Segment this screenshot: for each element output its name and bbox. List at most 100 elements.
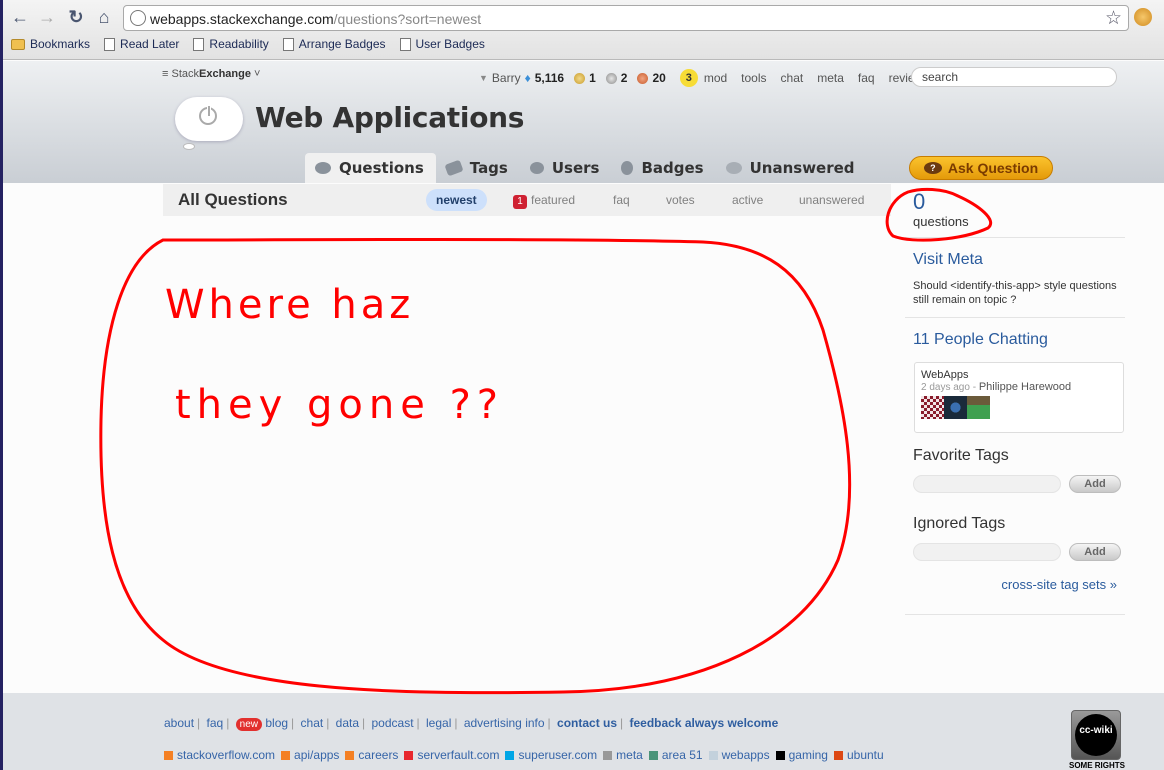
- network-sites: stackoverflow.com api/apps careers serverfa…: [164, 748, 884, 762]
- url-path: /questions?sort=newest: [333, 11, 482, 27]
- url-text[interactable]: webapps.stackexchange.com/questions?sort…: [150, 11, 481, 27]
- network-site-link[interactable]: serverfault.com: [404, 748, 499, 762]
- network-site-link[interactable]: webapps: [708, 748, 770, 762]
- sort-featured[interactable]: 1 featured: [513, 189, 575, 211]
- cross-site-tag-sets-link[interactable]: cross-site tag sets »: [905, 561, 1125, 614]
- sort-votes[interactable]: votes: [666, 189, 695, 211]
- footer-link-data[interactable]: data: [336, 716, 359, 730]
- mod-link[interactable]: mod: [704, 71, 727, 85]
- site-color-square-icon: [708, 750, 718, 760]
- sort-unanswered[interactable]: unanswered: [799, 189, 864, 211]
- ignored-tags-heading: Ignored Tags: [913, 515, 1006, 532]
- ignored-tag-input[interactable]: [913, 543, 1061, 561]
- footer-link-faq[interactable]: faq: [207, 716, 224, 730]
- footer-link-blog[interactable]: blog: [265, 716, 288, 730]
- avatar[interactable]: [944, 396, 967, 419]
- chat-room-card[interactable]: WebApps 2 days ago - Philippe Harewood: [914, 362, 1124, 433]
- main-nav: Questions Tags Users Badges Unanswered: [305, 153, 867, 183]
- cc-wiki-text: cc-wiki: [1075, 714, 1117, 756]
- cc-wiki-license-badge[interactable]: cc-wiki: [1071, 710, 1121, 760]
- favorite-tags-heading: Favorite Tags: [913, 447, 1009, 464]
- network-site-link[interactable]: stackoverflow.com: [164, 748, 275, 762]
- tab-tags[interactable]: Tags: [436, 153, 520, 183]
- forward-arrow-icon[interactable]: →: [36, 6, 58, 28]
- ask-question-button[interactable]: ? Ask Question: [909, 156, 1053, 180]
- chevron-down-icon: ˅: [250, 68, 261, 80]
- footer-link-about[interactable]: about: [164, 716, 194, 730]
- visit-meta-link[interactable]: Visit Meta: [905, 238, 1125, 269]
- network-site-link[interactable]: careers: [345, 748, 398, 762]
- favorite-tag-input[interactable]: [913, 475, 1061, 493]
- questions-subheader: All Questions newest 1 featured faq votes…: [163, 184, 891, 216]
- site-color-square-icon: [164, 750, 173, 760]
- tab-users[interactable]: Users: [520, 153, 612, 183]
- back-arrow-icon[interactable]: ←: [9, 6, 31, 28]
- chat-user[interactable]: Philippe Harewood: [979, 381, 1071, 393]
- question-bubble-icon: ?: [923, 162, 942, 174]
- network-site-link[interactable]: meta: [603, 748, 643, 762]
- footer-link-podcast[interactable]: podcast: [372, 716, 414, 730]
- network-site-link[interactable]: api/apps: [281, 748, 339, 762]
- avatar[interactable]: [967, 396, 990, 419]
- faq-link[interactable]: faq: [858, 71, 875, 85]
- add-favorite-tag-button[interactable]: Add: [1069, 475, 1121, 493]
- users-icon: [529, 162, 544, 174]
- home-icon[interactable]: ⌂: [93, 6, 115, 28]
- page-icon: [104, 37, 116, 51]
- bookmark-star-icon[interactable]: ☆: [1105, 7, 1122, 30]
- bronze-badge-count: 20: [652, 71, 666, 85]
- footer-link-chat[interactable]: chat: [301, 716, 324, 730]
- sort-faq[interactable]: faq: [613, 189, 630, 211]
- power-icon: [199, 105, 217, 125]
- network-site-link[interactable]: ubuntu: [833, 748, 884, 762]
- tab-questions[interactable]: Questions: [305, 153, 436, 183]
- bookmark-item[interactable]: Bookmarks: [11, 37, 90, 51]
- footer-link-legal[interactable]: legal: [426, 716, 451, 730]
- page-title: All Questions: [178, 190, 288, 209]
- network-site-link[interactable]: area 51: [648, 748, 703, 762]
- bookmark-item[interactable]: User Badges: [399, 37, 485, 51]
- bookmark-item[interactable]: Readability: [193, 37, 269, 51]
- meta-link[interactable]: meta: [817, 71, 844, 85]
- sort-newest[interactable]: newest: [426, 189, 487, 211]
- tab-unanswered[interactable]: Unanswered: [716, 153, 867, 183]
- tab-badges[interactable]: Badges: [611, 153, 715, 183]
- page-icon: [399, 37, 411, 51]
- site-color-square-icon: [404, 750, 414, 760]
- chat-heading-link[interactable]: 11 People Chatting: [905, 318, 1125, 349]
- reload-icon[interactable]: ↻: [65, 6, 87, 28]
- address-bar[interactable]: webapps.stackexchange.com/questions?sort…: [123, 5, 1129, 31]
- footer-link-advertising[interactable]: advertising info: [464, 716, 545, 730]
- user-topbar: ▼ Barry ♦ 5,116 1 2 20 3 mod tools chat …: [479, 69, 923, 87]
- footer-link-feedback[interactable]: feedback always welcome: [630, 716, 779, 730]
- footer-link-contact[interactable]: contact us: [557, 716, 617, 730]
- username-link[interactable]: Barry: [492, 71, 521, 85]
- gold-badge-count: 1: [589, 71, 596, 85]
- sort-active[interactable]: active: [732, 189, 763, 211]
- tools-link[interactable]: tools: [741, 71, 766, 85]
- chat-link[interactable]: chat: [781, 71, 804, 85]
- site-logo[interactable]: [175, 97, 243, 141]
- chat-room-name[interactable]: WebApps: [921, 369, 1117, 381]
- bookmark-label: Read Later: [120, 37, 180, 51]
- bookmark-item[interactable]: Arrange Badges: [282, 37, 386, 51]
- network-site-link[interactable]: superuser.com: [505, 748, 597, 762]
- user-dropdown-icon[interactable]: ▼: [479, 73, 488, 83]
- page-icon: [282, 37, 294, 51]
- tag-preferences-section: Favorite Tags Add Ignored Tags Add cross…: [905, 447, 1125, 615]
- network-site-link[interactable]: gaming: [775, 748, 828, 762]
- meta-question-link[interactable]: Should <identify-this-app> style questio…: [905, 269, 1125, 317]
- footer-links: about | faq | new blog | chat | data | podcas…: [164, 716, 779, 731]
- logo-bubble: [183, 143, 195, 150]
- site-title[interactable]: Web Applications: [255, 101, 524, 134]
- avatar[interactable]: [921, 396, 944, 419]
- stackexchange-menu[interactable]: ≡ StackExchange ˅: [162, 68, 260, 80]
- add-ignored-tag-button[interactable]: Add: [1069, 543, 1121, 561]
- search-input[interactable]: search: [911, 67, 1117, 87]
- mod-flag-count[interactable]: 3: [679, 69, 698, 87]
- site-label: webapps: [721, 748, 770, 762]
- question-count-label: questions: [913, 214, 969, 229]
- extension-icon[interactable]: [1134, 8, 1152, 26]
- bookmark-item[interactable]: Read Later: [104, 37, 179, 51]
- sidebar: 0 questions Visit Meta Should <identify-…: [905, 190, 1125, 615]
